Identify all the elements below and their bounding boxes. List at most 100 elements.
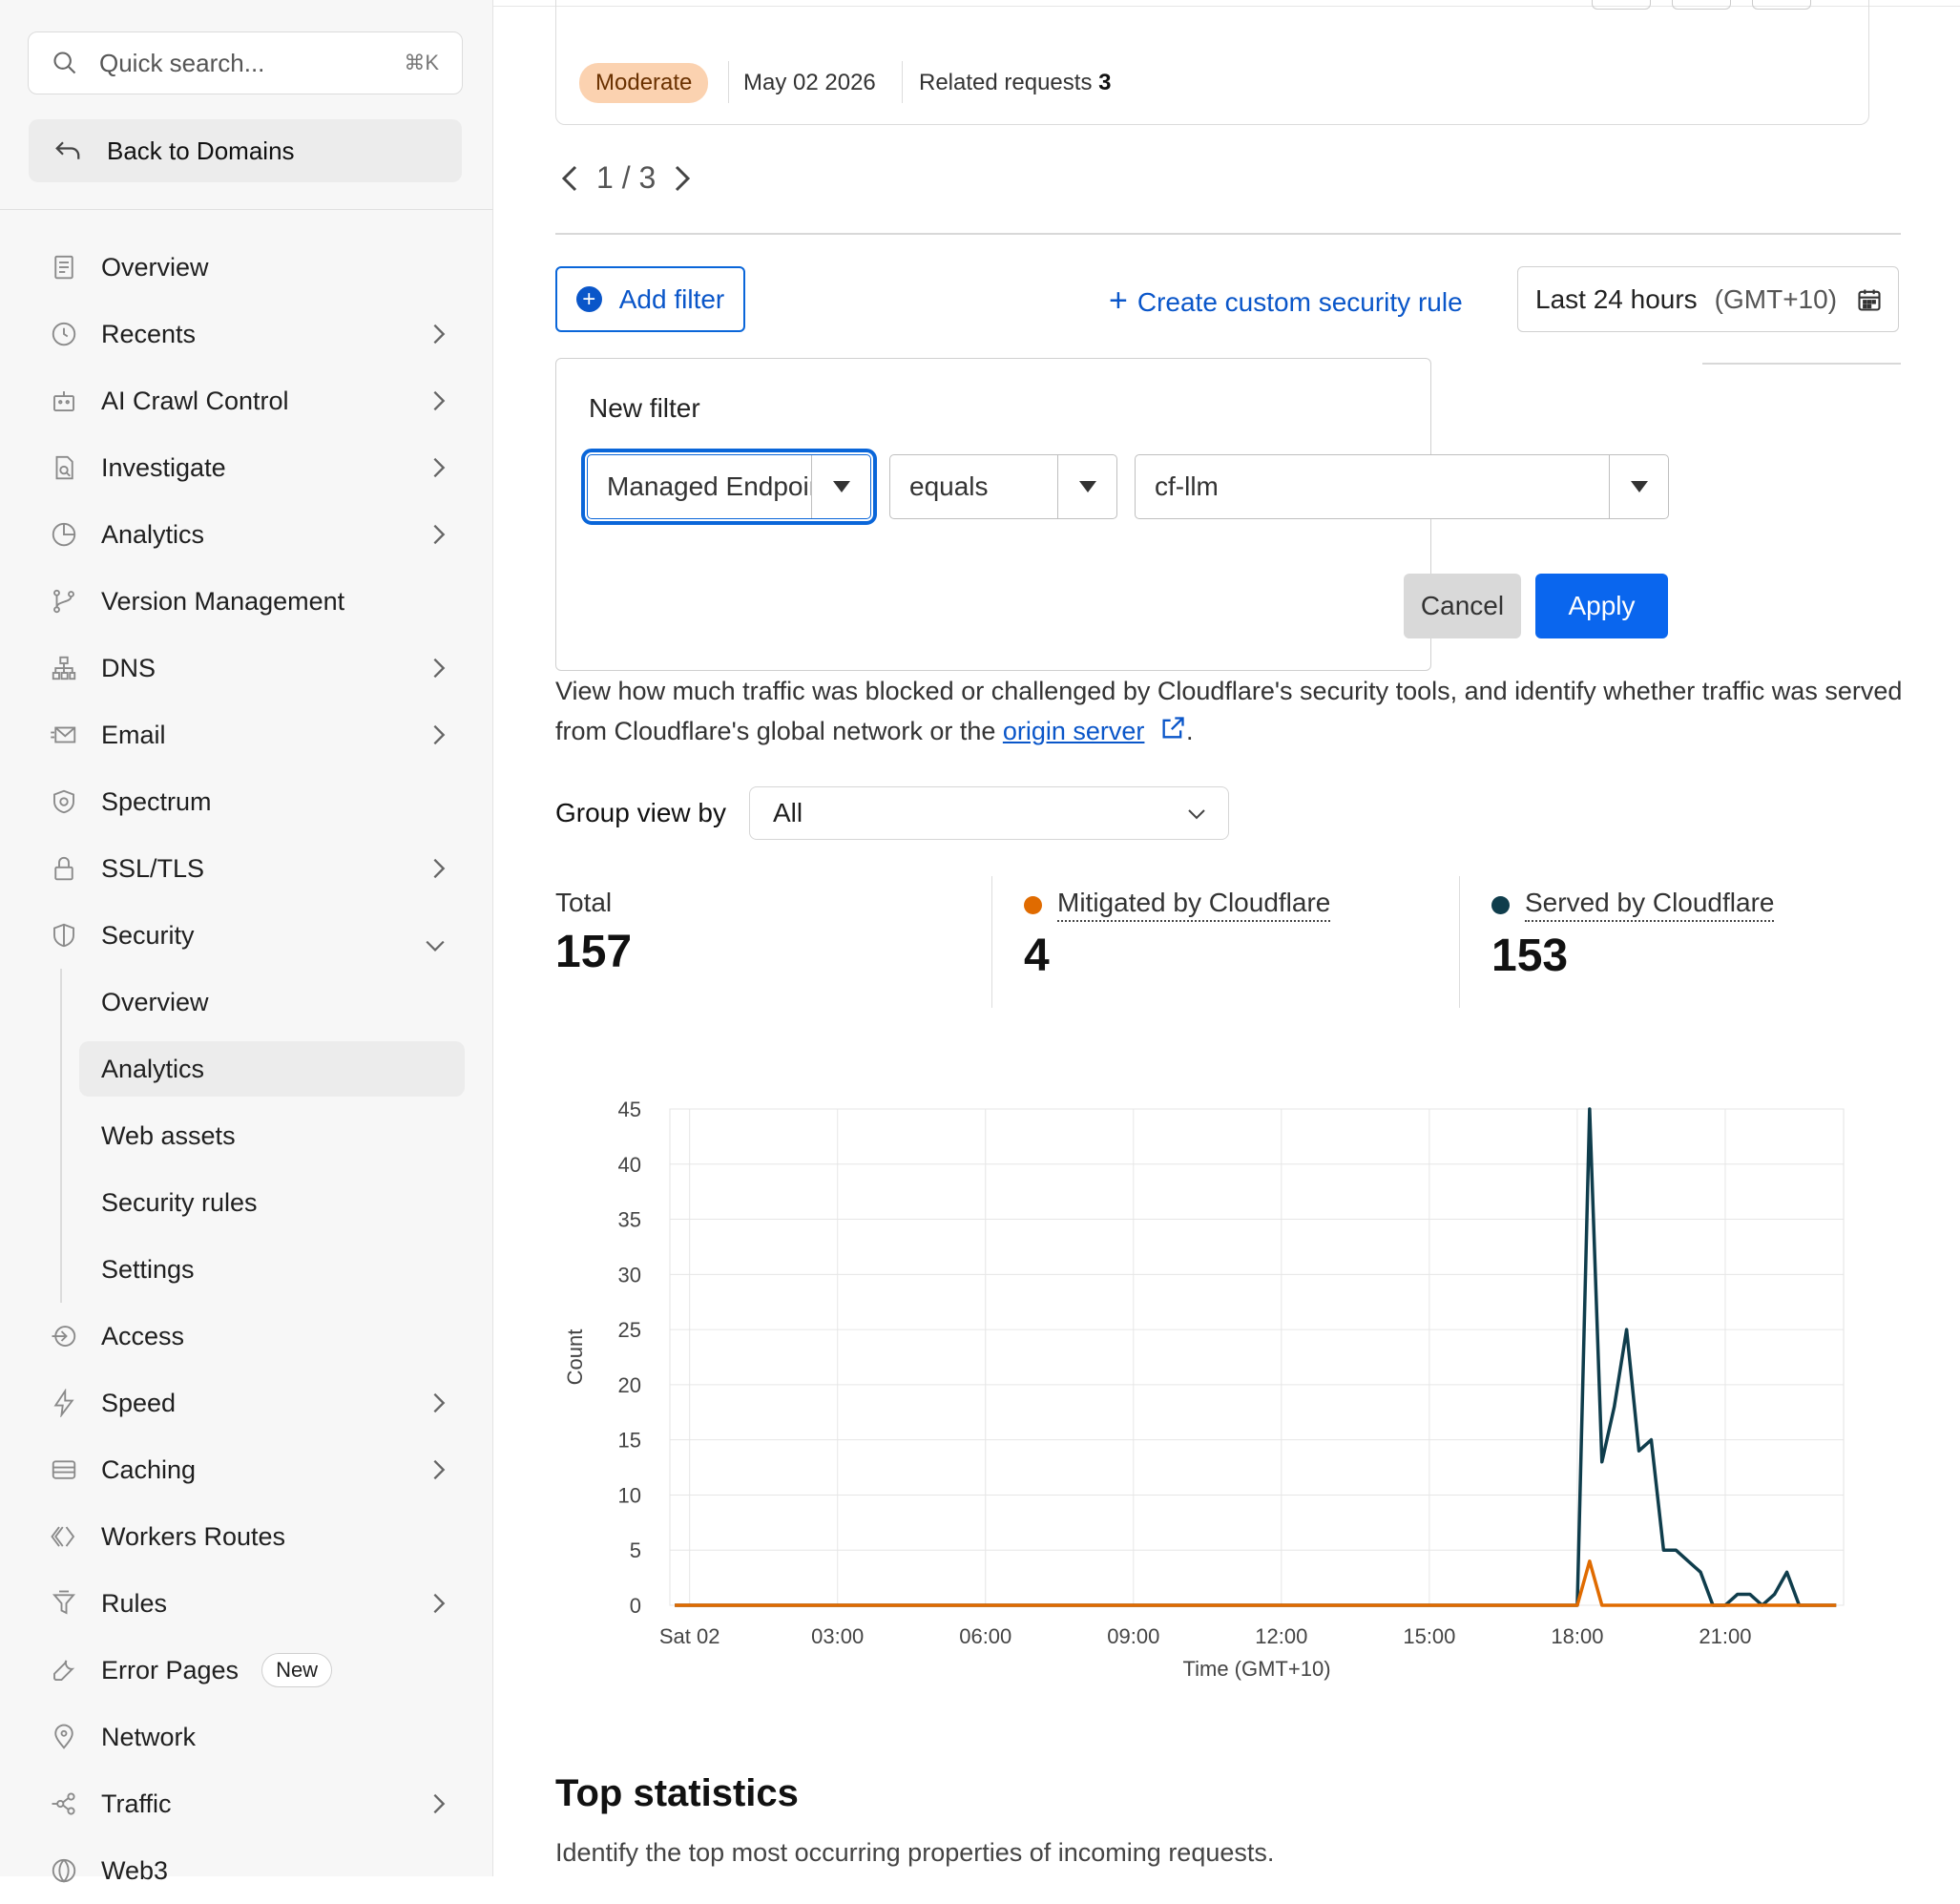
sidebar-item-ai-crawl-control[interactable]: AI Crawl Control (0, 367, 493, 434)
mitigated-dot (1024, 895, 1042, 914)
sidebar-item-label: Caching (101, 1454, 197, 1484)
section-divider (555, 233, 1901, 235)
shield-gear-icon (48, 785, 80, 818)
sidebar-item-label: AI Crawl Control (101, 386, 289, 415)
filter-value-select[interactable]: cf-llm (1135, 454, 1669, 519)
stat-mitigated-label[interactable]: Mitigated by Cloudflare (1057, 888, 1331, 922)
security-sub-settings[interactable]: Settings (0, 1236, 493, 1303)
traffic-line-chart: 0 5 10 15 20 25 30 35 40 45 Sat 02 03:00 06:00 09:00 1… (563, 1098, 1845, 1681)
card-separator (902, 61, 903, 103)
filter-field-select[interactable]: Managed Endpoint (581, 449, 877, 525)
card-action-3[interactable] (1752, 0, 1811, 10)
sidebar-nav: Overview Recents AI Crawl Control Investiga… (0, 234, 493, 1904)
sidebar-item-analytics[interactable]: Analytics (0, 501, 493, 568)
sidebar-item-email[interactable]: Email (0, 701, 493, 768)
severity-badge: Moderate (579, 63, 709, 103)
chevron-right-icon (432, 323, 446, 352)
stat-served-value: 153 (1491, 931, 1569, 981)
sidebar-item-traffic[interactable]: Traffic (0, 1770, 493, 1837)
sidebar-item-error-pages[interactable]: Error Pages New (0, 1637, 493, 1704)
sidebar-item-label: Email (101, 720, 166, 749)
quick-search[interactable]: Quick search... ⌘K (28, 31, 463, 94)
share-icon (48, 1788, 80, 1820)
served-dot (1491, 895, 1510, 914)
sidebar-item-security[interactable]: Security (0, 902, 493, 969)
caret-down-icon (811, 455, 870, 518)
pie-chart-icon (48, 518, 80, 551)
stat-total: Total 157 (555, 888, 632, 978)
sidebar-item-caching[interactable]: Caching (0, 1436, 493, 1503)
series-line-mitigated-by-cloudflare (675, 1559, 1837, 1607)
sidebar-item-dns[interactable]: DNS (0, 635, 493, 701)
document-icon (48, 251, 80, 283)
sub-item-label: Settings (101, 1254, 195, 1284)
sidebar-item-speed[interactable]: Speed (0, 1370, 493, 1436)
x-tick-label: 03:00 (811, 1624, 864, 1648)
filter-operator-select[interactable]: equals (889, 454, 1117, 519)
web3-icon (48, 1854, 80, 1887)
back-to-domains-button[interactable]: Back to Domains (29, 119, 462, 182)
sidebar-item-ssl-tls[interactable]: SSL/TLS (0, 835, 493, 902)
sidebar-item-overview[interactable]: Overview (0, 234, 493, 301)
sidebar-item-network[interactable]: Network (0, 1704, 493, 1770)
sidebar-item-version-management[interactable]: Version Management (0, 568, 493, 635)
sub-item-label: Overview (101, 987, 209, 1016)
sidebar-item-label: Web3 (101, 1855, 169, 1885)
sidebar-item-label: Traffic (101, 1789, 172, 1818)
external-link-icon[interactable] (1159, 715, 1186, 742)
create-custom-rule-link[interactable]: + Create custom security rule (1109, 282, 1463, 320)
y-tick-label: 45 (618, 1098, 641, 1121)
sidebar-item-web3[interactable]: Web3 (0, 1837, 493, 1904)
stat-served-label[interactable]: Served by Cloudflare (1525, 888, 1775, 922)
y-tick-label: 30 (618, 1263, 641, 1287)
security-sub-overview[interactable]: Overview (0, 969, 493, 1036)
search-shortcut: ⌘K (404, 51, 439, 74)
group-view-value: All (773, 798, 803, 827)
related-count: 3 (1098, 70, 1112, 95)
y-tick-label: 20 (618, 1373, 641, 1397)
section-divider (1702, 363, 1901, 365)
stat-total-label: Total (555, 888, 613, 917)
sidebar-item-label: Access (101, 1321, 185, 1350)
date-range-picker[interactable]: Last 24 hours (GMT+10) (1517, 266, 1899, 332)
chevron-right-icon[interactable] (673, 164, 692, 193)
sub-item-label: Analytics (101, 1054, 205, 1083)
stat-mitigated: Mitigated by Cloudflare 4 (1024, 888, 1331, 982)
sidebar-item-rules[interactable]: Rules (0, 1570, 493, 1637)
add-filter-button[interactable]: + Add filter (555, 266, 745, 332)
card-action-2[interactable] (1672, 0, 1731, 10)
sidebar-item-label: DNS (101, 653, 156, 682)
storage-icon (48, 1454, 80, 1486)
robot-icon (48, 385, 80, 417)
sidebar-item-recents[interactable]: Recents (0, 301, 493, 367)
filter-field-value: Managed Endpoint (607, 471, 811, 501)
security-sub-security-rules[interactable]: Security rules (0, 1169, 493, 1236)
top-statistics-title: Top statistics (555, 1772, 799, 1814)
chevron-right-icon (432, 657, 446, 686)
origin-server-link[interactable]: origin server (1003, 717, 1145, 745)
sidebar-item-access[interactable]: Access (0, 1303, 493, 1370)
y-tick-label: 40 (618, 1153, 641, 1177)
filter-operator-value: equals (909, 471, 989, 501)
back-arrow-icon (55, 141, 80, 159)
sidebar-item-spectrum[interactable]: Spectrum (0, 768, 493, 835)
insight-card: Moderate May 02 2026 Related requests 3 (555, 0, 1869, 125)
apply-button[interactable]: Apply (1535, 574, 1668, 638)
chevron-right-icon (432, 857, 446, 887)
pager-sep: / (621, 160, 631, 195)
cancel-button[interactable]: Cancel (1404, 574, 1521, 638)
stat-separator (1459, 876, 1460, 1008)
top-statistics-desc: Identify the top most occurring properti… (555, 1838, 1275, 1867)
chevron-left-icon[interactable] (560, 164, 579, 193)
card-action-1[interactable] (1592, 0, 1651, 10)
sidebar-item-workers-routes[interactable]: Workers Routes (0, 1503, 493, 1570)
stat-served: Served by Cloudflare 153 (1491, 888, 1775, 982)
pin-icon (48, 1721, 80, 1753)
security-sub-analytics[interactable]: Analytics (0, 1036, 493, 1102)
y-tick-label: 15 (618, 1429, 641, 1453)
group-view-select[interactable]: All (749, 786, 1229, 840)
sidebar-item-investigate[interactable]: Investigate (0, 434, 493, 501)
wrench-icon (48, 1654, 80, 1686)
x-tick-label: 21:00 (1699, 1624, 1751, 1648)
security-sub-web-assets[interactable]: Web assets (0, 1102, 493, 1169)
